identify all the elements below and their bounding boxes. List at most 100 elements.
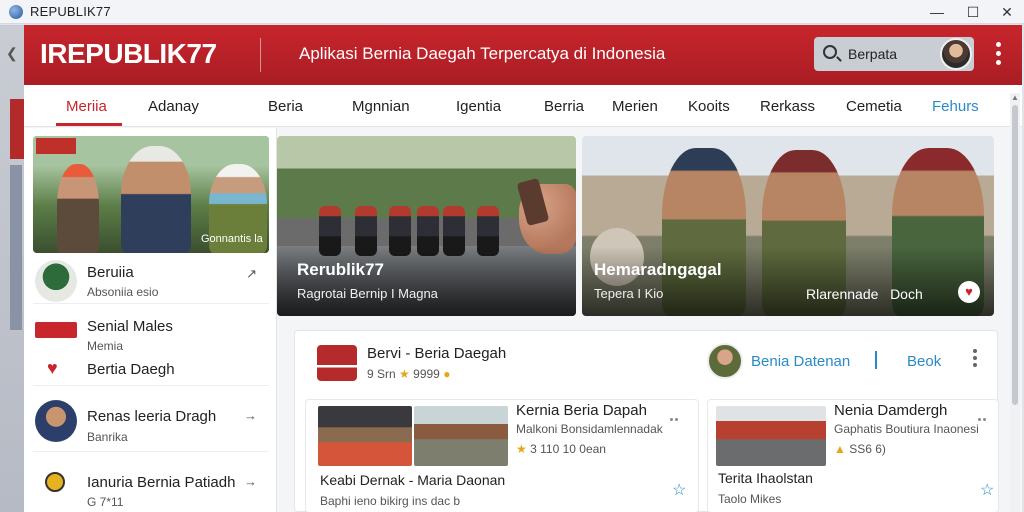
app-icon — [9, 5, 23, 19]
maximize-button[interactable]: ☐ — [956, 0, 990, 24]
hero-title: Hemaradngagal — [594, 260, 722, 279]
worker-figure — [121, 146, 191, 253]
follower-avatar[interactable] — [707, 343, 743, 379]
like-heart-icon[interactable]: ♥ — [958, 281, 980, 303]
sidebar: Gonnantis la Beruiia Absoniia esio ↗ Sen… — [24, 128, 277, 512]
header-tagline: Aplikasi Bernia Daegah Terpercatya di In… — [299, 44, 666, 63]
pin-icon[interactable]: ☆ — [672, 480, 686, 500]
forward-arrow-icon[interactable]: ↗ — [246, 266, 257, 282]
sidebar-item-title: Renas leeria Dragh — [87, 408, 217, 425]
tab-kooits[interactable]: Kooits — [688, 98, 730, 115]
sidebar-item-title: Bertia Daegh — [87, 361, 175, 378]
heart-icon: ♥ — [47, 358, 58, 378]
sidebar-item-subtitle: G 7*11 — [87, 495, 124, 509]
search-input[interactable]: Berpata — [848, 46, 897, 62]
news-card[interactable]: Kernia Beria Dapah Malkoni Bonsidamlenna… — [305, 399, 699, 512]
sidebar-item-title: Beruiia — [87, 264, 134, 281]
card-footer-subtitle: Taolo Mikes — [718, 492, 782, 506]
sidebar-featured-image[interactable]: Gonnantis la — [33, 136, 269, 253]
publisher-name[interactable]: Bervi - Beria Daegah — [367, 345, 506, 362]
tab-adanay[interactable]: Adanay — [148, 98, 199, 115]
category-tabs: Meriia Adanay Beria Mgnnian Igentia Berr… — [24, 85, 1022, 127]
card-description: Gaphatis Boutiura Inaonesi — [834, 422, 979, 436]
vertical-scrollbar[interactable]: ▲ — [1010, 93, 1020, 512]
card-more-icon[interactable] — [670, 408, 680, 421]
hero-title: Rerublik77 — [297, 260, 384, 279]
sidebar-item[interactable]: Ianuria Bernia Patiadh G 7*11 → — [33, 460, 269, 512]
pin-icon[interactable]: ☆ — [980, 480, 994, 500]
hero-card[interactable]: Rerublik77 Ragrotai Bernip I Magna — [277, 136, 576, 316]
scroll-up-icon[interactable]: ▲ — [1011, 93, 1019, 102]
sidebar-item[interactable]: ♥ Bertia Daegh — [33, 352, 269, 386]
hero-subtitle: Tepera I Kio — [594, 286, 664, 301]
card-description: Malkoni Bonsidamlennadak — [516, 422, 663, 436]
card-footer-subtitle: Baphi ieno bikirg ins dac b — [320, 494, 461, 508]
window-titlebar: REPUBLIK77 — ☐ ✕ — [0, 0, 1024, 24]
hero-meta: Rlarennade Doch — [806, 286, 923, 302]
link-divider — [875, 351, 877, 369]
tab-rerkass[interactable]: Rerkass — [760, 98, 815, 115]
soldier-avatar — [35, 260, 77, 302]
tab-beria[interactable]: Beria — [268, 98, 303, 115]
news-thumbnail — [716, 406, 826, 466]
publisher-logo[interactable] — [317, 345, 357, 381]
sidebar-item[interactable]: Beruiia Absoniia esio ↗ — [33, 256, 269, 304]
search-icon — [823, 45, 837, 59]
publisher-stat: 9 Srn ★ 9999 ● — [367, 367, 451, 381]
sidebar-item[interactable]: Renas leeria Dragh Banrika → — [33, 394, 269, 452]
book-link[interactable]: Beok — [907, 353, 941, 370]
tab-mgnnian[interactable]: Mgnnian — [352, 98, 410, 115]
header-divider — [260, 38, 261, 72]
sidebar-item-subtitle: Memia — [87, 339, 124, 353]
person-avatar — [35, 400, 77, 442]
close-button[interactable]: ✕ — [990, 0, 1024, 24]
hero-subtitle: Ragrotai Bernip I Magna — [297, 286, 438, 301]
news-feed-panel: Bervi - Beria Daegah 9 Srn ★ 9999 ● Beni… — [294, 330, 999, 512]
forward-arrow-icon[interactable]: → — [244, 408, 257, 423]
minimize-button[interactable]: — — [920, 0, 954, 24]
app-window: IREPUBLIK77 Aplikasi Bernia Daegah Terpe… — [24, 25, 1022, 512]
hero-card[interactable]: Hemaradngagal Tepera I Kio Rlarennade Do… — [582, 136, 994, 316]
card-stat: ★ 3 110 10 0ean — [516, 442, 606, 456]
feed-more-icon[interactable] — [973, 349, 977, 369]
active-tab-indicator — [56, 123, 122, 126]
news-thumbnail — [318, 406, 412, 466]
news-thumbnail — [414, 406, 508, 466]
news-badge-icon — [35, 322, 77, 338]
follow-link[interactable]: Benia Datenan — [751, 353, 850, 370]
tab-berria[interactable]: Berria — [544, 98, 584, 115]
featured-caption: Gonnantis la — [201, 233, 263, 245]
sidebar-item[interactable]: Senial Males Memia — [33, 312, 269, 353]
user-avatar[interactable] — [940, 38, 972, 70]
worker-figure — [57, 164, 99, 253]
emblem-icon — [45, 472, 65, 492]
more-menu-icon[interactable] — [996, 42, 1002, 66]
card-title: Kernia Beria Dapah — [516, 402, 647, 419]
window-title: REPUBLIK77 — [30, 4, 111, 19]
scroll-thumb[interactable] — [1012, 105, 1018, 405]
sidebar-item-title: Senial Males — [87, 318, 173, 335]
card-title: Nenia Damdergh — [834, 402, 948, 419]
forward-arrow-icon[interactable]: → — [244, 474, 257, 489]
card-more-icon[interactable] — [978, 408, 988, 421]
sidebar-item-subtitle: Banrika — [87, 430, 128, 444]
card-stat: ▲ SS6 6) — [834, 442, 886, 456]
tab-meriia[interactable]: Meriia — [66, 98, 107, 115]
card-footer-title: Terita Ihaolstan — [718, 470, 813, 486]
sidebar-item-title: Ianuria Bernia Patiadh — [87, 474, 236, 491]
app-header: IREPUBLIK77 Aplikasi Bernia Daegah Terpe… — [24, 25, 1022, 85]
red-sign — [36, 138, 76, 154]
tab-merien[interactable]: Merien — [612, 98, 658, 115]
tab-igentia[interactable]: Igentia — [456, 98, 501, 115]
tab-cemetia[interactable]: Cemetia — [846, 98, 902, 115]
back-arrow-icon[interactable]: ❮ — [6, 45, 18, 62]
search-box[interactable]: Berpata — [814, 37, 974, 71]
background-red-tab — [10, 99, 24, 159]
news-card[interactable]: Nenia Damdergh Gaphatis Boutiura Inaones… — [707, 399, 999, 512]
background-window: ❮ — [0, 25, 24, 512]
tab-fehurs[interactable]: Fehurs — [932, 98, 979, 115]
background-strip — [10, 165, 22, 330]
sidebar-item-subtitle: Absoniia esio — [87, 285, 159, 299]
card-footer-title: Keabi Dernak - Maria Daonan — [320, 472, 506, 488]
app-logo[interactable]: IREPUBLIK77 — [40, 38, 217, 70]
